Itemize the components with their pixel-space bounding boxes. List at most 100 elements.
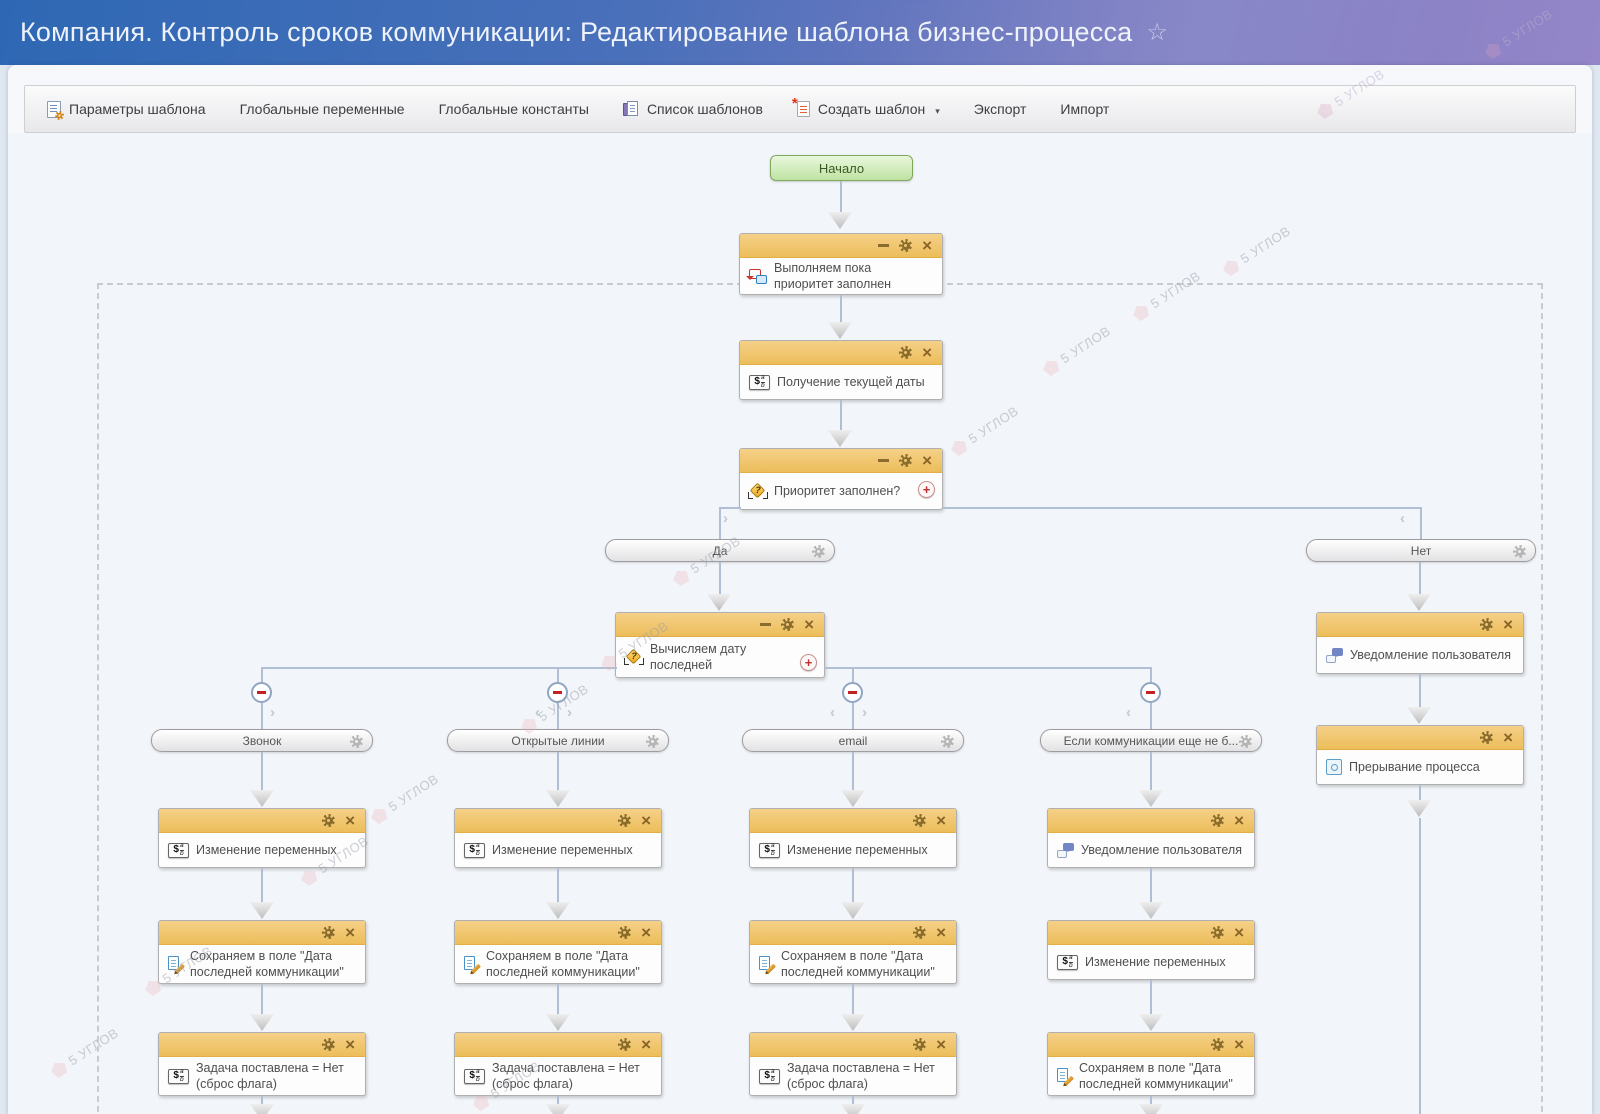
- activity-block-set-variables[interactable]: Изменение переменных: [454, 808, 662, 868]
- settings-gear-button[interactable]: [1480, 731, 1494, 744]
- settings-gear-button[interactable]: [781, 618, 795, 631]
- activity-block-set-variables[interactable]: Изменение переменных: [158, 808, 366, 868]
- chevron-left-icon[interactable]: [1400, 511, 1405, 526]
- settings-gear-button[interactable]: [322, 926, 336, 939]
- settings-gear-button[interactable]: [899, 346, 913, 359]
- minimize-button[interactable]: [878, 459, 890, 462]
- remove-branch-button[interactable]: [1140, 682, 1161, 703]
- branch-bar-yes[interactable]: Да: [605, 539, 835, 562]
- activity-block-task-flag-reset[interactable]: Задача поставлена = Нет (сброс флага): [454, 1032, 662, 1096]
- activity-block-user-notification[interactable]: Уведомление пользователя: [1047, 808, 1255, 868]
- settings-gear-button[interactable]: [1513, 545, 1526, 558]
- settings-gear-button[interactable]: [618, 926, 632, 939]
- add-branch-button[interactable]: [918, 481, 935, 498]
- add-branch-button[interactable]: [800, 654, 817, 671]
- toolbar-item-create-template[interactable]: Создать шаблон: [792, 95, 940, 117]
- branch-bar-call[interactable]: Звонок: [151, 729, 373, 752]
- activity-block-set-variables[interactable]: Изменение переменных: [1047, 920, 1255, 980]
- close-button[interactable]: [1234, 924, 1244, 942]
- activity-block-task-flag-reset[interactable]: Задача поставлена = Нет (сброс флага): [158, 1032, 366, 1096]
- close-button[interactable]: [936, 924, 946, 942]
- minimize-button[interactable]: [760, 623, 772, 626]
- close-button[interactable]: [922, 237, 932, 255]
- close-button[interactable]: [345, 924, 355, 942]
- close-button[interactable]: [345, 1036, 355, 1054]
- settings-gear-button[interactable]: [1211, 814, 1225, 827]
- connector-line: [943, 507, 1422, 509]
- chevron-right-icon[interactable]: [723, 511, 728, 526]
- remove-branch-button[interactable]: [251, 682, 272, 703]
- activity-block-save-field[interactable]: Сохраняем в поле "Дата последней коммуни…: [1047, 1032, 1255, 1096]
- activity-block-user-notification[interactable]: Уведомление пользователя: [1316, 612, 1524, 674]
- settings-gear-button[interactable]: [322, 814, 336, 827]
- chevron-left-icon[interactable]: [1126, 705, 1131, 720]
- close-button[interactable]: [641, 812, 651, 830]
- activity-block-task-flag-reset[interactable]: Задача поставлена = Нет (сброс флага): [749, 1032, 957, 1096]
- close-button[interactable]: [936, 1036, 946, 1054]
- close-button[interactable]: [345, 812, 355, 830]
- block-header: [455, 1033, 661, 1057]
- close-button[interactable]: [936, 812, 946, 830]
- close-button[interactable]: [922, 344, 932, 362]
- toolbar-item-global-constants[interactable]: Глобальные константы: [439, 101, 589, 117]
- block-header: [159, 809, 365, 833]
- chevron-right-icon[interactable]: [862, 705, 867, 720]
- minimize-button[interactable]: [878, 244, 890, 247]
- settings-gear-button[interactable]: [618, 814, 632, 827]
- close-button[interactable]: [1234, 812, 1244, 830]
- connector-line: [852, 1096, 854, 1104]
- block-title: Выполняем пока приоритет заполнен: [774, 260, 892, 292]
- settings-gear-button[interactable]: [941, 735, 954, 748]
- settings-gear-button[interactable]: [618, 1038, 632, 1051]
- watermark: 5 УГЛОВ: [1220, 223, 1293, 278]
- settings-gear-button[interactable]: [899, 454, 913, 467]
- remove-branch-button[interactable]: [842, 682, 863, 703]
- close-button[interactable]: [1234, 1036, 1244, 1054]
- branch-label: Если коммуникации еще не б...: [1063, 733, 1239, 748]
- branch-bar-openlines[interactable]: Открытые линии: [447, 729, 669, 752]
- settings-gear-button[interactable]: [1211, 926, 1225, 939]
- settings-gear-button[interactable]: [913, 1038, 927, 1051]
- toolbar-item-import[interactable]: Импорт: [1060, 101, 1109, 117]
- toolbar-item-template-list[interactable]: Список шаблонов: [622, 100, 763, 118]
- settings-gear-button[interactable]: [1239, 735, 1252, 748]
- block-header: [740, 449, 942, 473]
- activity-block-set-variables[interactable]: Изменение переменных: [749, 808, 957, 868]
- branch-bar-if-no-comm[interactable]: Если коммуникации еще не б...: [1040, 729, 1262, 752]
- activity-block-calc-date[interactable]: Вычисляем дату последней: [615, 612, 825, 678]
- chevron-left-icon[interactable]: [535, 705, 540, 720]
- settings-gear-button[interactable]: [350, 735, 363, 748]
- settings-gear-button[interactable]: [913, 926, 927, 939]
- settings-gear-button[interactable]: [1480, 618, 1494, 631]
- toolbar-item-template-params[interactable]: Параметры шаблона: [47, 100, 206, 120]
- toolbar-item-export[interactable]: Экспорт: [974, 101, 1027, 117]
- favorite-star-icon[interactable]: [1146, 18, 1168, 47]
- close-button[interactable]: [641, 924, 651, 942]
- settings-gear-button[interactable]: [899, 239, 913, 252]
- toolbar-item-global-variables[interactable]: Глобальные переменные: [240, 101, 405, 117]
- activity-block-save-field[interactable]: Сохраняем в поле "Дата последней коммуни…: [158, 920, 366, 984]
- branch-bar-no[interactable]: Нет: [1306, 539, 1536, 562]
- activity-block-terminate[interactable]: Прерывание процесса: [1316, 725, 1524, 785]
- chevron-right-icon[interactable]: [270, 705, 275, 720]
- close-button[interactable]: [1503, 729, 1513, 747]
- close-button[interactable]: [804, 616, 814, 634]
- chevron-right-icon[interactable]: [567, 705, 572, 720]
- activity-block-condition[interactable]: Приоритет заполнен?: [739, 448, 943, 510]
- branch-bar-email[interactable]: email: [742, 729, 964, 752]
- activity-block-save-field[interactable]: Сохраняем в поле "Дата последней коммуни…: [454, 920, 662, 984]
- settings-gear-button[interactable]: [1211, 1038, 1225, 1051]
- close-button[interactable]: [641, 1036, 651, 1054]
- close-button[interactable]: [922, 452, 932, 470]
- chevron-left-icon[interactable]: [830, 705, 835, 720]
- activity-block-save-field[interactable]: Сохраняем в поле "Дата последней коммуни…: [749, 920, 957, 984]
- activity-block-while-loop[interactable]: Выполняем пока приоритет заполнен: [739, 233, 943, 295]
- activity-block-get-current-date[interactable]: Получение текущей даты: [739, 340, 943, 400]
- settings-gear-button[interactable]: [812, 545, 825, 558]
- start-node[interactable]: Начало: [770, 155, 913, 181]
- settings-gear-button[interactable]: [913, 814, 927, 827]
- settings-gear-button[interactable]: [646, 735, 659, 748]
- settings-gear-button[interactable]: [322, 1038, 336, 1051]
- remove-branch-button[interactable]: [547, 682, 568, 703]
- close-button[interactable]: [1503, 616, 1513, 634]
